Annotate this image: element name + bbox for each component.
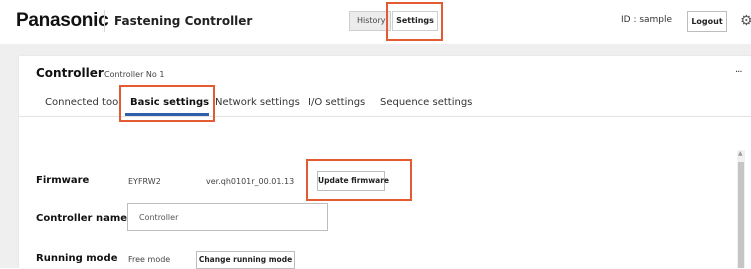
firmware-name: EYFRW2 xyxy=(128,177,161,186)
tab-divider xyxy=(19,116,751,117)
more-options-icon[interactable]: ... xyxy=(735,64,742,75)
update-firmware-button[interactable]: Update firmware xyxy=(317,171,389,191)
top-bar: Panasonic Fastening Controller History S… xyxy=(0,0,751,44)
user-id-label: ID : sample xyxy=(621,15,673,25)
nav-settings-button[interactable]: Settings xyxy=(392,11,438,31)
card-title: Controller xyxy=(36,66,104,80)
tab-network-settings[interactable]: Network settings xyxy=(215,97,300,108)
scroll-up-arrow-icon[interactable]: ▲ xyxy=(738,150,743,158)
firmware-label: Firmware xyxy=(36,175,90,186)
controller-name-label: Controller name xyxy=(36,213,128,224)
tab-basic-settings[interactable]: Basic settings xyxy=(130,97,209,108)
running-mode-label: Running mode xyxy=(36,253,118,264)
controller-name-input[interactable] xyxy=(127,203,328,231)
firmware-version: ver.qh0101r_00.01.13 xyxy=(206,177,295,186)
brand-logo: Panasonic xyxy=(16,10,109,31)
controller-card xyxy=(19,56,751,268)
tab-io-settings[interactable]: I/O settings xyxy=(308,97,365,108)
tab-sequence-settings[interactable]: Sequence settings xyxy=(380,97,472,108)
controller-number: Controller No 1 xyxy=(104,70,165,79)
app-title: Fastening Controller xyxy=(114,14,253,28)
tab-connected-tool[interactable]: Connected tool xyxy=(45,97,121,108)
change-running-mode-button[interactable]: Change running mode xyxy=(196,251,295,269)
header-divider xyxy=(104,10,105,32)
active-tab-indicator xyxy=(125,113,209,116)
gear-icon[interactable]: ⚙ xyxy=(740,12,751,30)
running-mode-value: Free mode xyxy=(128,255,171,264)
logout-button[interactable]: Logout xyxy=(687,11,727,32)
scrollbar-thumb[interactable] xyxy=(738,162,744,268)
nav-history-button[interactable]: History xyxy=(349,11,391,31)
